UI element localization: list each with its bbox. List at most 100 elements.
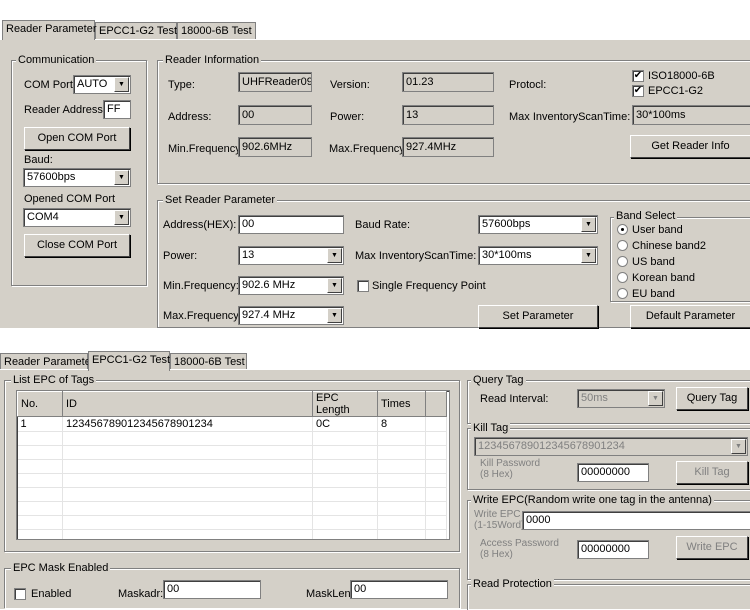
single-frequency-label: Single Frequency Point: [372, 280, 486, 292]
band-radio-4[interactable]: [617, 288, 628, 299]
set-min-frequency-value: 902.6 MHz: [242, 279, 296, 291]
query-tag-title: Query Tag: [471, 374, 526, 386]
empty-cell: [312, 487, 378, 502]
col-epc-length[interactable]: EPC Length: [312, 391, 378, 417]
chevron-down-icon[interactable]: ▼: [327, 248, 342, 263]
table-row[interactable]: 1 123456789012345678901234 0C 8: [17, 416, 447, 432]
masklen-label: MaskLen:: [306, 588, 354, 600]
kill-tag-button[interactable]: Kill Tag: [676, 461, 748, 484]
set-address-input[interactable]: 00: [238, 215, 344, 234]
query-tag-button[interactable]: Query Tag: [676, 387, 748, 410]
opened-com-port-select[interactable]: COM4 ▼: [23, 208, 131, 227]
default-parameter-button[interactable]: Default Parameter: [630, 305, 750, 328]
read-protection-title: Read Protection: [471, 578, 554, 590]
protocol-epc-label: EPCC1-G2: [648, 85, 704, 97]
set-power-select[interactable]: 13 ▼: [238, 246, 344, 265]
set-baud-select[interactable]: 57600bps ▼: [478, 215, 598, 234]
tab-epcc1-g2-test[interactable]: EPCC1-G2 Test: [95, 22, 177, 40]
address-value: 00: [238, 105, 312, 125]
chevron-down-icon[interactable]: ▼: [581, 248, 596, 263]
col-no[interactable]: No.: [17, 391, 63, 417]
chevron-down-icon[interactable]: ▼: [114, 170, 129, 185]
close-com-port-button[interactable]: Close COM Port: [24, 234, 130, 257]
baud-value: 57600bps: [27, 171, 76, 183]
communication-title: Communication: [16, 54, 97, 66]
empty-cell: [425, 515, 447, 530]
kill-epc-value: 123456789012345678901234: [478, 440, 625, 452]
band-radio-1[interactable]: [617, 240, 628, 251]
epcc1-g2-test-window: Reader Parameter EPCC1-G2 Test 18000-6B …: [0, 351, 750, 610]
empty-cell: [62, 515, 313, 530]
set-min-frequency-label: Min.Frequency:: [163, 280, 239, 292]
set-scan-time-select[interactable]: 30*100ms ▼: [478, 246, 598, 265]
single-frequency-checkbox[interactable]: [357, 280, 369, 292]
masklen-input[interactable]: 00: [350, 580, 448, 599]
address-label: Address:: [168, 111, 212, 123]
empty-cell: [62, 501, 313, 516]
protocol-label: Protocl:: [509, 79, 547, 91]
empty-cell: [425, 529, 447, 539]
col-id[interactable]: ID: [62, 391, 313, 417]
reader-address-input[interactable]: FF: [103, 100, 131, 119]
col-times[interactable]: Times: [377, 391, 426, 417]
chevron-down-icon[interactable]: ▼: [327, 278, 342, 293]
version-value: 01.23: [402, 72, 494, 92]
open-com-port-button[interactable]: Open COM Port: [24, 127, 130, 150]
chevron-down-icon[interactable]: ▼: [581, 217, 596, 232]
com-port-select[interactable]: AUTO ▼: [73, 75, 131, 94]
tab-epcc1-g2-test[interactable]: EPCC1-G2 Test: [88, 351, 170, 371]
band-radio-3[interactable]: [617, 272, 628, 283]
set-parameter-button[interactable]: Set Parameter: [478, 305, 598, 328]
chevron-down-icon[interactable]: ▼: [114, 210, 129, 225]
maskadr-input[interactable]: 00: [163, 580, 261, 599]
protocol-epc-checkbox[interactable]: ✔: [632, 85, 644, 97]
min-frequency-label: Min.Frequency:: [168, 143, 244, 155]
write-epc-input[interactable]: 0000: [522, 511, 750, 530]
kill-password-input[interactable]: 00000000: [577, 463, 649, 482]
set-power-value: 13: [242, 249, 255, 261]
baud-label: Baud:: [24, 154, 53, 166]
band-option-label: EU band: [632, 288, 675, 300]
band-radio-0[interactable]: [617, 224, 628, 235]
empty-row: [17, 515, 447, 530]
empty-cell: [17, 445, 63, 460]
write-epc-button[interactable]: Write EPC: [676, 536, 748, 559]
empty-cell: [425, 445, 447, 460]
empty-cell: [377, 501, 426, 516]
write-epc-label: Write EPC: [474, 509, 521, 520]
empty-cell: [377, 431, 426, 446]
chevron-down-icon[interactable]: ▼: [114, 77, 129, 92]
empty-row: [17, 487, 447, 502]
set-power-label: Power:: [163, 250, 198, 262]
epc-list-view[interactable]: No. ID EPC Length Times 1 123456789012345…: [16, 390, 450, 540]
baud-select[interactable]: 57600bps ▼: [23, 168, 131, 187]
set-baud-value: 57600bps: [482, 218, 531, 230]
set-min-frequency-select[interactable]: 902.6 MHz ▼: [238, 276, 344, 295]
band-select-title: Band Select: [614, 210, 678, 222]
band-radio-2[interactable]: [617, 256, 628, 267]
access-password-input[interactable]: 00000000: [577, 540, 649, 559]
tab-18000-6b-test[interactable]: 18000-6B Test: [177, 22, 256, 40]
empty-row: [17, 473, 447, 488]
mask-enabled-checkbox[interactable]: [14, 588, 26, 600]
chevron-down-icon[interactable]: ▼: [731, 439, 746, 454]
set-max-frequency-select[interactable]: 927.4 MHz ▼: [238, 306, 344, 325]
empty-cell: [377, 515, 426, 530]
empty-cell: [425, 459, 447, 474]
type-value: UHFReader09: [238, 72, 312, 92]
kill-epc-select[interactable]: 123456789012345678901234 ▼: [474, 437, 748, 456]
read-interval-select[interactable]: 50ms ▼: [577, 389, 665, 408]
tab-reader-parameter[interactable]: Reader Parameter: [2, 20, 97, 40]
reader-information-title: Reader Information: [163, 54, 262, 66]
chevron-down-icon[interactable]: ▼: [327, 308, 342, 323]
set-address-label: Address(HEX):: [163, 219, 237, 231]
scan-time-value: 30*100ms: [632, 105, 750, 125]
chevron-down-icon[interactable]: ▼: [648, 391, 663, 406]
empty-cell: [312, 501, 378, 516]
get-reader-info-button[interactable]: Get Reader Info: [630, 135, 750, 158]
empty-cell: [377, 459, 426, 474]
empty-cell: [17, 529, 63, 539]
protocol-iso-checkbox[interactable]: ✔: [632, 70, 644, 82]
empty-row: [17, 445, 447, 460]
empty-cell: [62, 459, 313, 474]
